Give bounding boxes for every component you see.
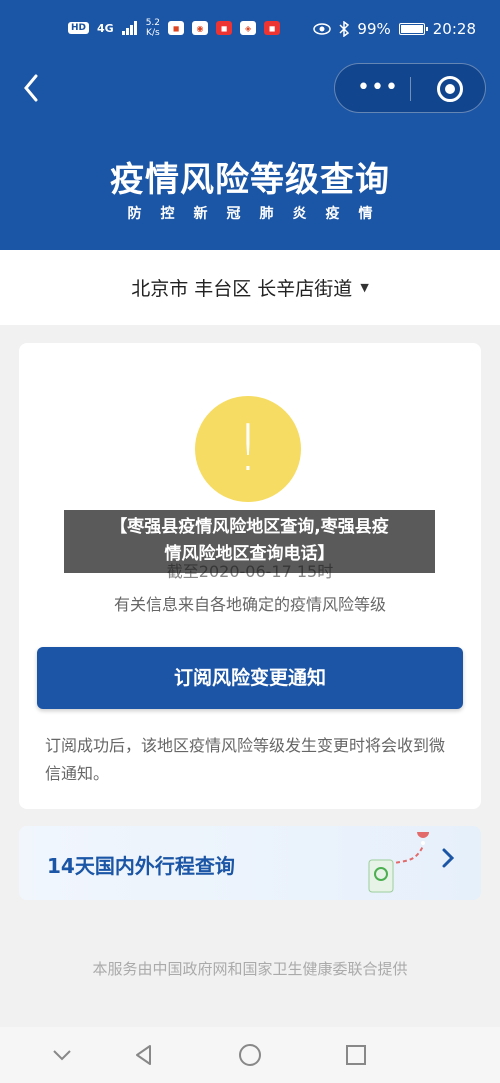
network-speed: 5.2 K/s: [145, 18, 161, 38]
page-subtitle: 防控新冠肺炎疫情: [127, 206, 392, 222]
hd-badge: HD: [68, 22, 90, 34]
app2-notification-icon: ◼: [264, 21, 281, 35]
chevron-right-icon: [441, 846, 455, 876]
caret-down-icon: ▼: [360, 281, 369, 294]
trip-query-card[interactable]: 14天国内外行程查询: [19, 826, 481, 900]
page-title: 疫情风险等级查询: [110, 160, 390, 200]
title-overlay: 【枣强县疫情风险地区查询,枣强县疫 情风险地区查询电话】: [64, 510, 435, 573]
signal-4g: 4G: [97, 21, 114, 35]
overlay-line-2: 情风险地区查询电话】: [164, 544, 335, 564]
app-notification-icon: ◼: [168, 21, 185, 35]
recents-nav-icon[interactable]: [342, 1041, 370, 1069]
weibo-notification-icon: ◈: [240, 21, 257, 35]
subscribe-button[interactable]: 订阅风险变更通知: [37, 647, 463, 709]
signal-bars-icon: [121, 21, 137, 35]
bluetooth-icon: [339, 21, 350, 37]
more-button[interactable]: •••: [357, 76, 399, 100]
capsule-divider: [410, 77, 411, 101]
news-notification-icon: ◼: [216, 21, 233, 35]
back-button[interactable]: [18, 70, 44, 106]
overlay-line-1: 【枣强县疫情风险地区查询,枣强县疫: [110, 517, 389, 537]
info-text: 有关信息来自各地确定的疫情风险等级: [113, 595, 386, 614]
eye-icon: [313, 23, 332, 35]
home-nav-icon[interactable]: [236, 1041, 264, 1069]
footer-text: 本服务由中国政府网和国家卫生健康委联合提供: [92, 960, 408, 978]
close-target-button[interactable]: [437, 76, 463, 102]
warning-icon: !: [195, 396, 301, 502]
clock: 20:28: [432, 20, 476, 38]
chevron-left-icon: [24, 74, 38, 102]
battery-percent: 99%: [357, 20, 391, 38]
back-nav-icon[interactable]: [130, 1041, 158, 1069]
wechat-notification-icon: ◉: [192, 21, 209, 35]
location-selector[interactable]: 北京市 丰台区 长辛店街道 ▼: [0, 250, 500, 325]
map-route-icon: [368, 832, 429, 893]
battery-icon: [398, 23, 428, 35]
trip-query-label: 14天国内外行程查询: [47, 854, 235, 878]
location-text: 北京市 丰台区 长辛店街道: [131, 278, 353, 300]
mini-program-capsule: •••: [334, 63, 486, 113]
subscribe-note: 订阅成功后，该地区疫情风险等级发生变更时将会收到微信通知。: [45, 736, 446, 783]
status-bar: HD 4G 5.2 K/s ◼ ◉ ◼ ◈ ◼ 99% 20:28: [0, 0, 500, 62]
system-nav-bar: [0, 1027, 500, 1083]
risk-card: ! 截至2020-06-17 15时 有关信息来自各地确定的疫情风险等级 订阅风…: [19, 343, 481, 809]
collapse-nav-icon[interactable]: [48, 1041, 76, 1069]
